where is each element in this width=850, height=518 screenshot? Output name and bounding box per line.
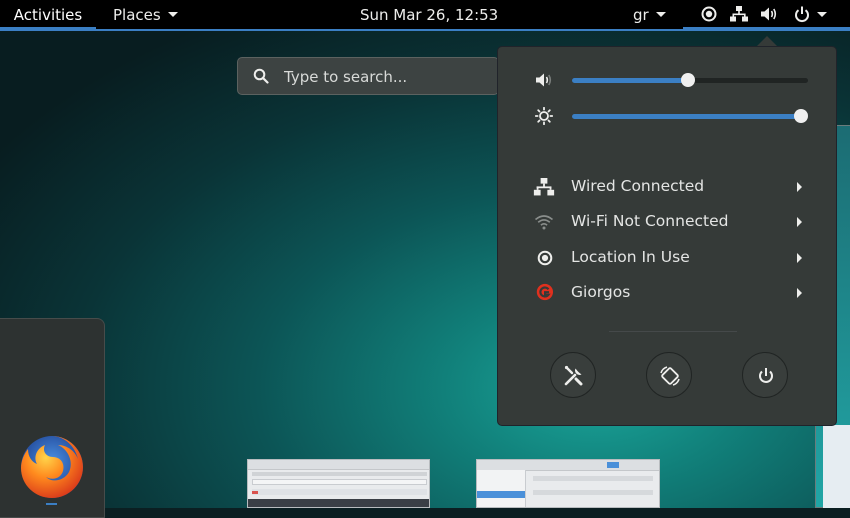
volume-slider-fill	[572, 78, 688, 83]
user-icon	[536, 283, 553, 301]
system-status-area[interactable]	[683, 0, 850, 29]
volume-icon	[761, 7, 777, 21]
chevron-down-icon	[655, 12, 666, 17]
power-icon	[759, 368, 773, 383]
window-preview-row	[533, 476, 653, 481]
location-icon	[537, 250, 553, 266]
brightness-slider-handle[interactable]	[794, 109, 808, 123]
chevron-right-icon	[797, 182, 802, 192]
places-menu[interactable]: Places	[113, 0, 178, 29]
menu-item-label: Wi-Fi Not Connected	[571, 212, 729, 230]
firefox-icon[interactable]	[17, 431, 87, 501]
keyboard-layout-label: gr	[633, 5, 649, 24]
chevron-down-icon	[167, 12, 178, 17]
brightness-slider-fill	[572, 114, 801, 119]
menu-item-wifi[interactable]: Wi-Fi Not Connected	[533, 205, 813, 239]
window-preview-row	[533, 490, 653, 495]
settings-button[interactable]	[550, 352, 596, 398]
window-preview-sidebar	[477, 470, 526, 507]
network-wired-icon	[730, 6, 748, 22]
search-icon	[253, 68, 269, 84]
wifi-icon	[534, 215, 554, 230]
window-preview-bookmarks	[252, 489, 427, 495]
window-preview-sidebar-selected	[477, 491, 525, 498]
volume-low-icon	[536, 73, 552, 87]
search-input[interactable]	[282, 64, 496, 90]
activities-button[interactable]: Activities	[0, 0, 96, 29]
places-label: Places	[113, 5, 161, 24]
window-preview-tab-icon	[252, 491, 258, 494]
rotation-lock-icon	[660, 366, 680, 386]
chevron-right-icon	[797, 253, 802, 263]
settings-icon	[564, 365, 583, 386]
clock[interactable]: Sun Mar 26, 12:53	[360, 0, 498, 29]
brightness-icon	[535, 107, 553, 125]
menu-item-label: Location In Use	[571, 248, 690, 266]
menu-item-wired[interactable]: Wired Connected	[533, 170, 813, 204]
menu-separator	[609, 331, 737, 332]
location-icon	[701, 6, 717, 22]
brightness-slider[interactable]	[572, 109, 808, 123]
workspace-thumbnail-window	[823, 425, 850, 508]
window-preview-menubar	[252, 472, 427, 476]
window-preview[interactable]	[476, 459, 660, 508]
menu-item-label: Giorgos	[571, 283, 631, 301]
chevron-right-icon	[797, 217, 802, 227]
volume-slider-handle[interactable]	[681, 73, 695, 87]
top-bar: Activities Places Sun Mar 26, 12:53 gr	[0, 0, 850, 29]
running-indicator	[46, 503, 57, 505]
search-entry[interactable]	[237, 57, 499, 95]
network-wired-icon	[533, 178, 555, 196]
volume-slider[interactable]	[572, 73, 808, 87]
menu-item-user[interactable]: Giorgos	[533, 276, 813, 310]
power-icon	[795, 6, 809, 22]
window-preview[interactable]	[247, 459, 430, 508]
menu-item-location[interactable]: Location In Use	[533, 241, 813, 275]
menu-item-label: Wired Connected	[571, 177, 705, 195]
window-preview-content	[248, 499, 429, 507]
power-off-button[interactable]	[742, 352, 788, 398]
chevron-right-icon	[797, 288, 802, 298]
menu-arrow	[757, 36, 777, 46]
window-preview-titlebar	[248, 460, 429, 470]
chevron-down-icon	[817, 12, 827, 17]
window-preview-addressbar	[252, 479, 427, 485]
window-preview-accent	[607, 462, 619, 468]
rotation-lock-button[interactable]	[646, 352, 692, 398]
keyboard-layout-menu[interactable]: gr	[633, 0, 666, 29]
